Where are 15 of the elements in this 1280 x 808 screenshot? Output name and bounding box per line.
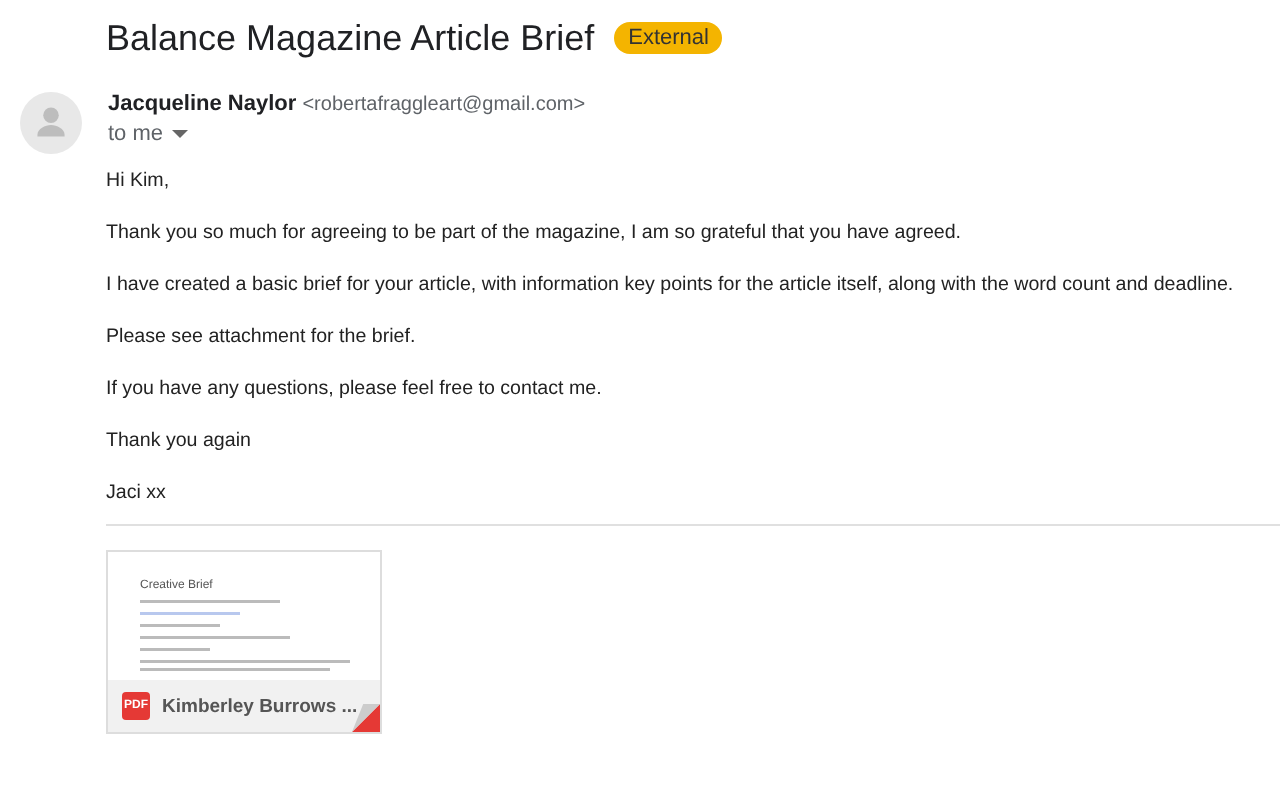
attachment-name: Kimberley Burrows ... <box>162 695 358 717</box>
page-corner-icon <box>352 704 380 732</box>
message-paragraph: Thank you so much for agreeing to be part of the magazine, I am so grateful that you have agreed. <box>106 222 964 244</box>
avatar-icon <box>20 92 82 154</box>
email-subject: Balance Magazine Article Brief <box>106 17 595 59</box>
dropdown-icon[interactable] <box>171 129 188 139</box>
message-paragraph: Thank you again <box>106 430 253 452</box>
recipient-text: to me <box>108 122 164 146</box>
message-paragraph: Please see attachment for the brief. <box>106 326 418 348</box>
external-label: External <box>614 22 723 54</box>
message-paragraph: I have created a basic brief for your article, with information key points for the article itself, along with the word count and deadline. <box>106 274 1236 296</box>
message-paragraph: Hi Kim, <box>106 170 172 192</box>
message-paragraph: If you have any questions, please feel free to contact me. <box>106 378 604 400</box>
sender-name: Jacqueline Naylor <robertafraggleart@gmail.com> <box>108 92 586 116</box>
message-paragraph: Jaci xx <box>106 482 168 504</box>
